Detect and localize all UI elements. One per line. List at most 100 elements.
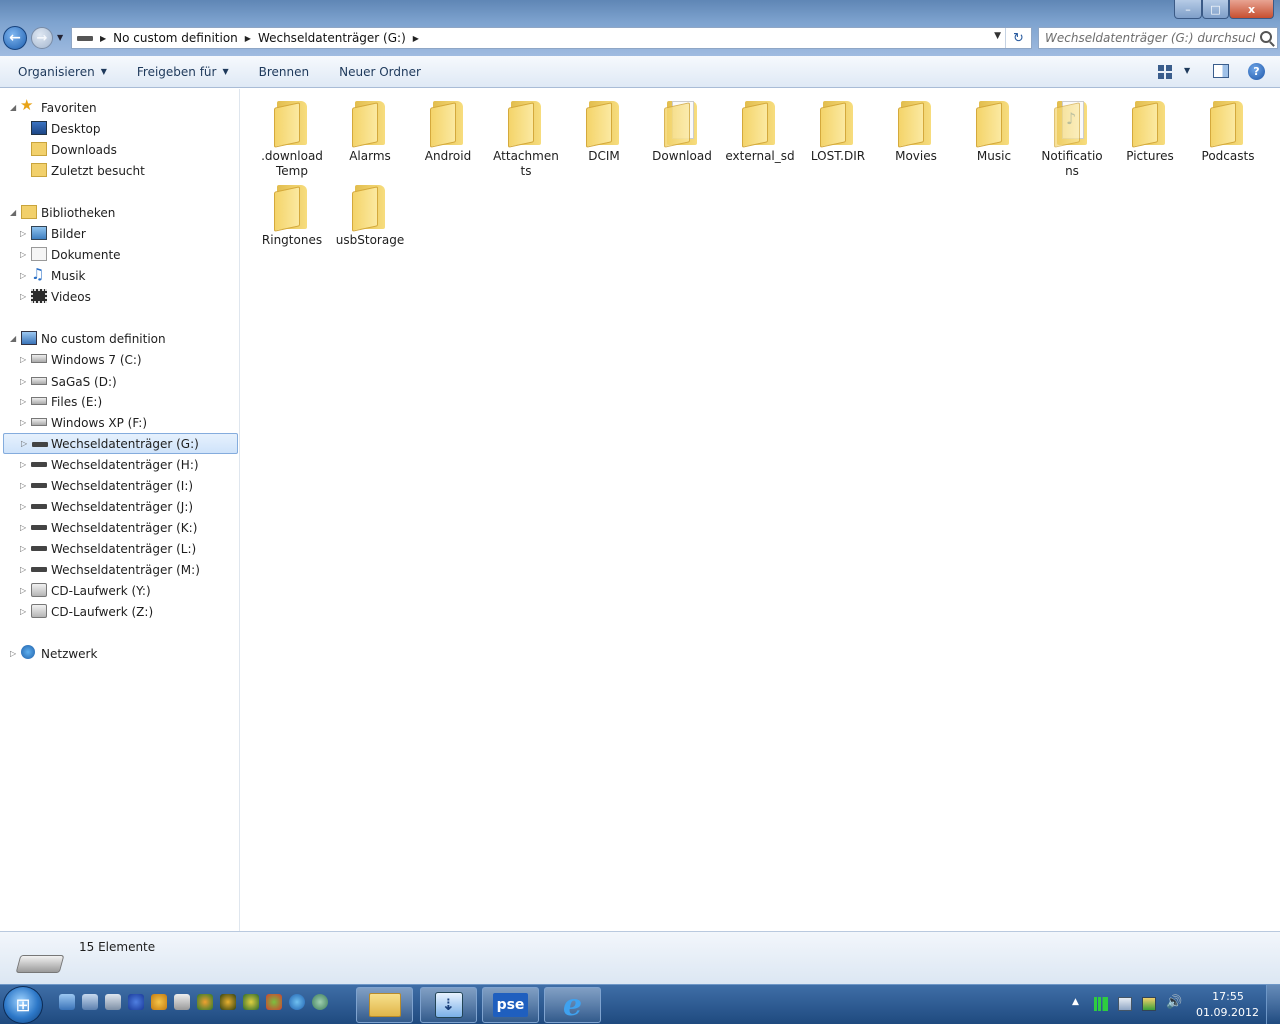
folder-podcasts[interactable]: Podcasts (1191, 91, 1265, 164)
expand-arrow-icon[interactable]: ▷ (20, 355, 26, 364)
views-icon[interactable] (1158, 65, 1172, 79)
folder-pictures[interactable]: Pictures (1113, 91, 1187, 164)
back-button[interactable]: ← (3, 26, 27, 50)
folder-label: Android (424, 149, 472, 163)
folder-lost-dir[interactable]: LOST.DIR (801, 91, 875, 164)
expand-arrow-icon[interactable]: ▷ (10, 649, 16, 658)
windows-logo-icon: ⊞ (15, 994, 31, 1016)
minimize-button[interactable]: – (1174, 0, 1202, 19)
printer-icon[interactable] (174, 994, 190, 1010)
taskbar: ⊞ ⇣ pse e ▲ 🔊 17:55 01.09.2012 (0, 984, 1280, 1024)
folder-ringtones[interactable]: Ringtones (255, 175, 329, 248)
chevron-right-icon[interactable]: ▶ (100, 34, 106, 43)
folder-dcim[interactable]: DCIM (567, 91, 641, 164)
collapse-arrow-icon[interactable]: ◢ (10, 334, 16, 343)
volume-icon[interactable]: 🔊 (1166, 995, 1182, 1010)
show-hidden-icons-button[interactable]: ▲ (1072, 997, 1079, 1007)
nav-label: No custom definition (41, 331, 166, 346)
refresh-button[interactable]: ↻ (1005, 28, 1031, 48)
app-icon[interactable] (151, 994, 167, 1010)
expand-arrow-icon[interactable]: ▷ (20, 523, 26, 532)
share-with-button[interactable]: Freigeben für ▼ (137, 62, 229, 82)
removable-drive-icon (31, 546, 47, 551)
expand-arrow-icon[interactable]: ▷ (20, 292, 26, 301)
expand-arrow-icon[interactable]: ▷ (20, 250, 26, 259)
folder-icon (1210, 99, 1246, 148)
breadcrumb-drive-g[interactable]: Wechseldatenträger (G:) (258, 31, 406, 45)
new-folder-button[interactable]: Neuer Ordner (339, 62, 421, 82)
folder-external-sd[interactable]: external_sd (723, 91, 797, 164)
app-icon[interactable] (128, 994, 144, 1010)
expand-arrow-icon[interactable]: ▷ (20, 229, 26, 238)
clock-time[interactable]: 17:55 (1200, 990, 1256, 1003)
navigation-pane[interactable]: ◢ ★ Favoriten Desktop Downloads Zuletzt … (0, 89, 240, 931)
forward-button[interactable]: → (31, 27, 53, 49)
collapse-arrow-icon[interactable]: ◢ (10, 103, 16, 112)
action-center-icon[interactable] (1142, 997, 1156, 1011)
search-input[interactable] (1045, 28, 1255, 48)
folder-download[interactable]: Download (645, 91, 719, 164)
star-icon: ★ (20, 96, 34, 114)
expand-arrow-icon[interactable]: ▷ (20, 377, 26, 386)
internet-explorer-icon[interactable] (289, 994, 305, 1010)
burn-button[interactable]: Brennen (259, 62, 309, 82)
search-box[interactable] (1038, 27, 1278, 49)
address-bar[interactable]: ▶ No custom definition ▶ Wechseldatenträ… (71, 27, 1032, 49)
chevron-right-icon[interactable]: ▶ (413, 34, 419, 43)
address-history-dropdown[interactable]: ▼ (994, 31, 1001, 41)
network-status-icon[interactable] (1118, 997, 1132, 1011)
start-button[interactable]: ⊞ (3, 986, 43, 1024)
expand-arrow-icon[interactable]: ▷ (20, 271, 26, 280)
app-icon[interactable] (312, 994, 328, 1010)
preview-pane-button[interactable] (1213, 64, 1229, 78)
expand-arrow-icon[interactable]: ▷ (20, 607, 26, 616)
documents-icon (31, 247, 47, 261)
nav-drive-g[interactable]: ▷ Wechseldatenträger (G:) (3, 433, 238, 454)
expand-arrow-icon[interactable]: ▷ (20, 481, 26, 490)
computer-icon (21, 331, 37, 345)
search-icon[interactable] (1260, 31, 1272, 43)
organize-label: Organisieren (18, 64, 95, 79)
show-desktop-button[interactable] (1266, 985, 1280, 1024)
taskbar-photoshop-elements-button[interactable]: pse (482, 987, 539, 1023)
expand-arrow-icon[interactable]: ▷ (21, 439, 27, 448)
app-icon[interactable] (220, 994, 236, 1010)
collapse-arrow-icon[interactable]: ◢ (10, 208, 16, 217)
folder-music[interactable]: Music (957, 91, 1031, 164)
folder-attachments[interactable]: Attachmen ts (489, 91, 563, 179)
close-button[interactable]: x (1229, 0, 1274, 19)
app-icon[interactable] (243, 994, 259, 1010)
app-icon[interactable] (197, 994, 213, 1010)
recent-pages-dropdown[interactable]: ▼ (57, 33, 63, 42)
app-icon[interactable] (266, 994, 282, 1010)
signal-strength-icon[interactable] (1094, 997, 1108, 1011)
folder-notifications[interactable]: ♪ Notifications (1035, 91, 1109, 179)
expand-arrow-icon[interactable]: ▷ (20, 544, 26, 553)
clock-date[interactable]: 01.09.2012 (1196, 1006, 1259, 1019)
taskbar-explorer-button[interactable] (356, 987, 413, 1023)
nav-label: Downloads (51, 142, 117, 157)
expand-arrow-icon[interactable]: ▷ (20, 418, 26, 427)
folder-download-temp[interactable]: .download Temp (255, 91, 329, 179)
folder-movies[interactable]: Movies (879, 91, 953, 164)
network-icon[interactable] (105, 994, 121, 1010)
computer-icon[interactable] (82, 994, 98, 1010)
folder-android[interactable]: Android (411, 91, 485, 164)
expand-arrow-icon[interactable]: ▷ (20, 565, 26, 574)
help-button[interactable]: ? (1248, 63, 1265, 80)
taskbar-internet-explorer-button[interactable]: e (544, 987, 601, 1023)
taskbar-download-button[interactable]: ⇣ (420, 987, 477, 1023)
organize-button[interactable]: Organisieren ▼ (18, 62, 107, 82)
expand-arrow-icon[interactable]: ▷ (20, 502, 26, 511)
expand-arrow-icon[interactable]: ▷ (20, 460, 26, 469)
folder-alarms[interactable]: Alarms (333, 91, 407, 164)
expand-arrow-icon[interactable]: ▷ (20, 397, 26, 406)
show-desktop-icon[interactable] (59, 994, 75, 1010)
views-dropdown[interactable]: ▼ (1184, 66, 1190, 75)
folder-usbstorage[interactable]: usbStorage (333, 175, 407, 248)
file-list[interactable]: .download Temp Alarms Android Attachmen ts… (241, 89, 1280, 931)
breadcrumb-computer[interactable]: No custom definition (113, 31, 238, 45)
chevron-right-icon[interactable]: ▶ (245, 34, 251, 43)
maximize-button[interactable]: □ (1202, 0, 1229, 19)
expand-arrow-icon[interactable]: ▷ (20, 586, 26, 595)
